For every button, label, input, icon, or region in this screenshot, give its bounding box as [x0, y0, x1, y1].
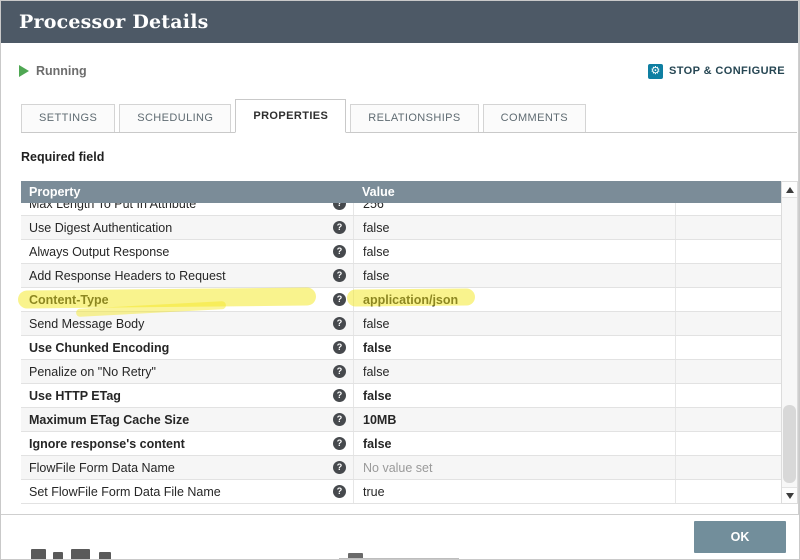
- property-value[interactable]: false: [363, 341, 392, 355]
- scroll-up-icon: [785, 186, 794, 193]
- column-header-property: Property: [29, 185, 81, 199]
- table-row[interactable]: FlowFile Form Data Name? No value set: [21, 456, 781, 480]
- property-value[interactable]: true: [363, 485, 385, 499]
- property-value[interactable]: application/json: [363, 293, 458, 307]
- dialog-title: Processor Details: [19, 11, 209, 33]
- property-name: Max Length To Put In Attribute: [29, 203, 197, 211]
- clipped-background-content: [71, 549, 90, 559]
- property-value[interactable]: false: [363, 317, 389, 331]
- property-value[interactable]: false: [363, 221, 389, 235]
- help-icon[interactable]: ?: [333, 293, 346, 306]
- help-icon[interactable]: ?: [333, 245, 346, 258]
- status-label: Running: [36, 64, 87, 78]
- run-status: Running: [19, 64, 87, 78]
- tab-comments[interactable]: COMMENTS: [482, 104, 587, 132]
- dialog-right-border: [798, 1, 799, 515]
- table-row[interactable]: Max Length To Put In Attribute? 256: [21, 203, 781, 216]
- help-icon[interactable]: ?: [333, 341, 346, 354]
- property-value[interactable]: false: [363, 437, 392, 451]
- table-scrollbar[interactable]: [781, 181, 798, 504]
- stop-configure-icon: ⚙: [647, 63, 663, 79]
- dialog-bottom-border: [1, 514, 798, 515]
- table-row[interactable]: Send Message Body? false: [21, 312, 781, 336]
- property-name: Ignore response's content: [29, 436, 185, 451]
- clipped-background-content: [31, 549, 46, 559]
- tab-properties[interactable]: PROPERTIES: [235, 99, 347, 133]
- scroll-down-button[interactable]: [782, 487, 797, 503]
- property-name: Use HTTP ETag: [29, 388, 121, 403]
- play-icon: [19, 65, 29, 77]
- property-name: Send Message Body: [29, 316, 145, 331]
- tab-settings[interactable]: SETTINGS: [21, 104, 116, 132]
- table-row[interactable]: Penalize on "No Retry"? false: [21, 360, 781, 384]
- property-value[interactable]: false: [363, 245, 389, 259]
- table-row[interactable]: Use Digest Authentication? false: [21, 216, 781, 240]
- column-header-value: Value: [362, 185, 395, 199]
- help-icon[interactable]: ?: [333, 221, 346, 234]
- property-name: Add Response Headers to Request: [29, 268, 226, 283]
- status-bar: Running ⚙ STOP & CONFIGURE: [1, 43, 799, 99]
- property-value[interactable]: 256: [363, 203, 384, 211]
- ok-button[interactable]: OK: [694, 521, 786, 553]
- stop-configure-label: STOP & CONFIGURE: [668, 65, 785, 77]
- help-icon[interactable]: ?: [333, 461, 346, 474]
- scrollbar-thumb[interactable]: [783, 405, 796, 483]
- property-name: Use Digest Authentication: [29, 220, 173, 235]
- property-value[interactable]: false: [363, 389, 392, 403]
- tab-scheduling[interactable]: SCHEDULING: [119, 104, 232, 132]
- property-name: Set FlowFile Form Data File Name: [29, 484, 221, 499]
- table-row[interactable]: Ignore response's content? false: [21, 432, 781, 456]
- dialog-titlebar: Processor Details: [1, 1, 799, 43]
- help-icon[interactable]: ?: [333, 269, 346, 282]
- property-value[interactable]: false: [363, 365, 389, 379]
- table-row[interactable]: Add Response Headers to Request? false: [21, 264, 781, 288]
- property-name: Use Chunked Encoding: [29, 340, 170, 355]
- table-header: Property Value: [21, 181, 781, 203]
- property-name: Always Output Response: [29, 244, 170, 259]
- required-field-note: Required field: [21, 150, 105, 164]
- help-icon[interactable]: ?: [333, 437, 346, 450]
- tab-relationships[interactable]: RELATIONSHIPS: [350, 104, 479, 132]
- properties-table: Property Value Max Length To Put In Attr…: [21, 181, 781, 504]
- help-icon[interactable]: ?: [333, 413, 346, 426]
- help-icon[interactable]: ?: [333, 485, 346, 498]
- table-row[interactable]: Use HTTP ETag? false: [21, 384, 781, 408]
- table-row[interactable]: Content-Type? application/json: [21, 288, 781, 312]
- table-row[interactable]: Use Chunked Encoding? false: [21, 336, 781, 360]
- table-row[interactable]: Set FlowFile Form Data File Name? true: [21, 480, 781, 504]
- help-icon[interactable]: ?: [333, 317, 346, 330]
- table-body: Max Length To Put In Attribute? 256 Use Di…: [21, 203, 781, 504]
- property-name: Penalize on "No Retry": [29, 364, 156, 379]
- table-row[interactable]: Maximum ETag Cache Size? 10MB: [21, 408, 781, 432]
- stop-configure-button[interactable]: ⚙ STOP & CONFIGURE: [647, 63, 785, 79]
- help-icon[interactable]: ?: [333, 389, 346, 402]
- scroll-up-button[interactable]: [782, 182, 797, 198]
- processor-details-dialog: Processor Details Running ⚙ STOP & CONFI…: [0, 0, 800, 560]
- tab-bar: SETTINGS SCHEDULING PROPERTIES RELATIONS…: [21, 99, 797, 133]
- property-value[interactable]: 10MB: [363, 413, 396, 427]
- help-icon[interactable]: ?: [333, 365, 346, 378]
- scroll-down-icon: [785, 492, 794, 499]
- property-name: FlowFile Form Data Name: [29, 460, 175, 475]
- help-icon[interactable]: ?: [333, 203, 346, 210]
- property-name: Maximum ETag Cache Size: [29, 412, 190, 427]
- clipped-background-content: [53, 552, 63, 559]
- property-value[interactable]: false: [363, 269, 389, 283]
- table-row[interactable]: Always Output Response? false: [21, 240, 781, 264]
- property-name: Content-Type: [29, 292, 109, 307]
- property-value[interactable]: No value set: [363, 461, 432, 475]
- clipped-background-content: [99, 552, 111, 559]
